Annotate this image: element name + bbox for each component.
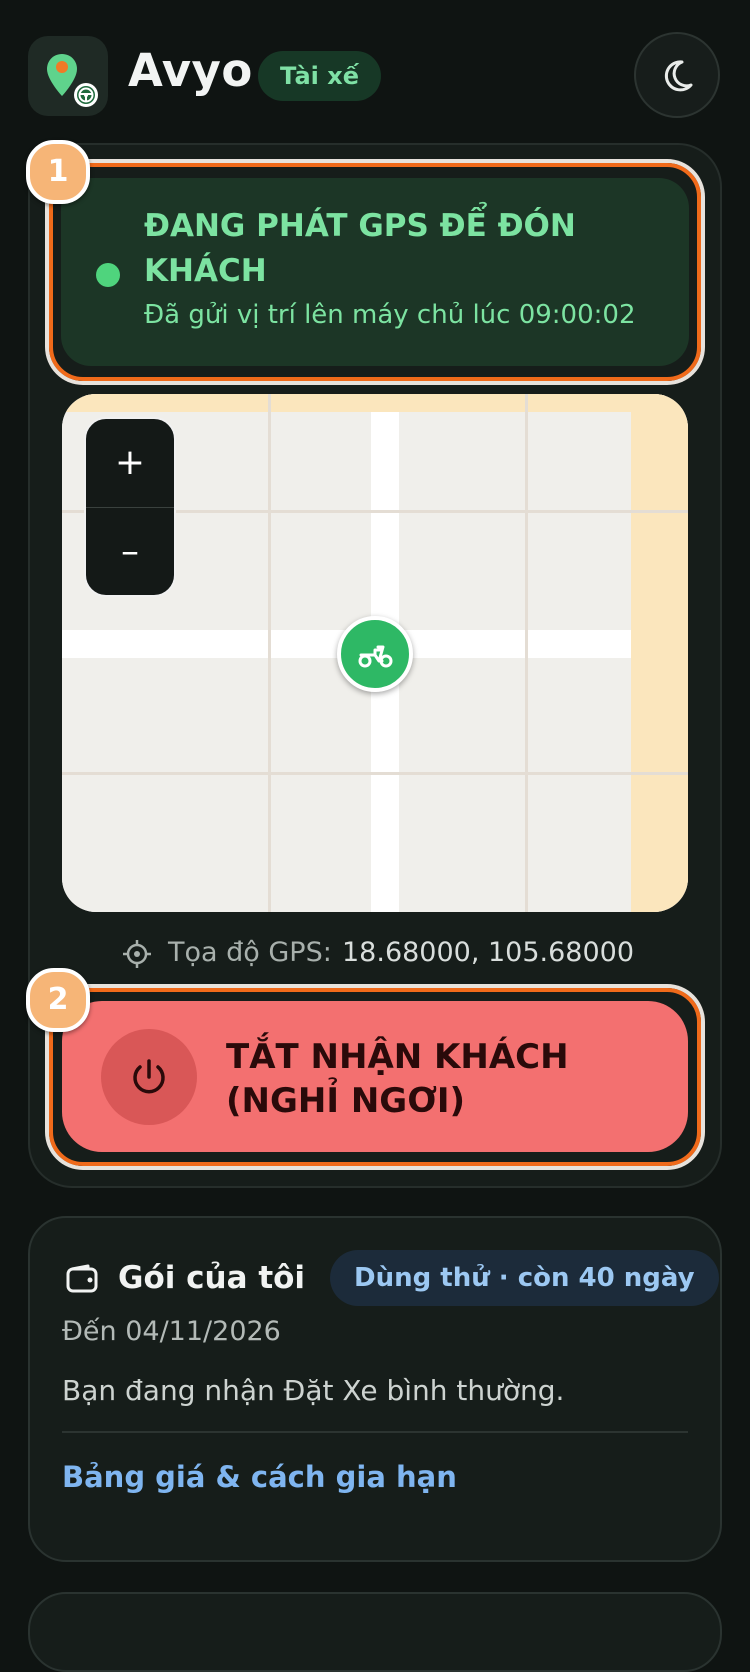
crosshair-icon — [123, 940, 151, 968]
scooter-icon — [358, 645, 393, 668]
step-badge-2: 2 — [26, 968, 90, 1032]
app-header: Avyo Tài xế — [0, 0, 750, 150]
zoom-out-button[interactable]: – — [86, 508, 174, 595]
trial-status-badge: Dùng thử · còn 40 ngày — [330, 1250, 719, 1306]
power-icon — [133, 1059, 165, 1094]
power-icon-circle — [101, 1029, 197, 1125]
next-card — [28, 1592, 722, 1672]
map-pin-steering-wheel-icon — [47, 54, 98, 107]
gps-value: 18.68000, 105.68000 — [342, 937, 635, 968]
wallet-icon — [66, 1264, 98, 1293]
theme-toggle-button[interactable] — [634, 32, 720, 118]
gps-label: Tọa độ GPS: — [168, 937, 332, 968]
map-zoom-controls: + – — [84, 417, 176, 597]
divider — [62, 1431, 688, 1433]
pricing-renewal-link[interactable]: Bảng giá & cách gia hạn — [62, 1460, 457, 1494]
zoom-in-button[interactable]: + — [86, 419, 174, 507]
gps-status-subtitle: Đã gửi vị trí lên máy chủ lúc 09:00:02 — [144, 300, 636, 330]
driver-location-marker[interactable] — [337, 616, 413, 692]
gps-status-title: ĐANG PHÁT GPS ĐỂ ĐÓN KHÁCH — [144, 208, 576, 289]
subscription-description: Bạn đang nhận Đặt Xe bình thường. — [62, 1374, 565, 1407]
subscription-title: Gói của tôi — [118, 1260, 306, 1296]
step-badge-1: 1 — [26, 140, 90, 204]
app-logo — [28, 36, 108, 116]
subscription-expiry: Đến 04/11/2026 — [62, 1316, 281, 1347]
stop-accepting-rides-label: TẮT NHẬN KHÁCH (NGHỈ NGƠI) — [226, 1037, 569, 1121]
status-dot — [96, 263, 120, 287]
app-name: Avyo — [128, 44, 253, 97]
moon-icon — [664, 60, 693, 92]
role-badge: Tài xế — [258, 51, 381, 101]
